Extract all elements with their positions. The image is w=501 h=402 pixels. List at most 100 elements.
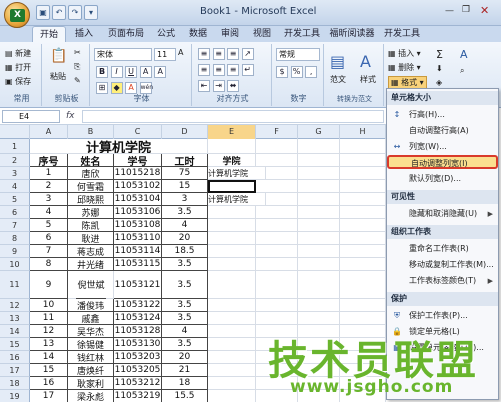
- tab-developer-2[interactable]: 开发工具: [380, 26, 424, 42]
- row-header[interactable]: 15: [0, 338, 30, 351]
- grid-cell[interactable]: [340, 206, 386, 219]
- data-cell[interactable]: 徐锡健: [68, 338, 114, 351]
- decrease-indent-icon[interactable]: ⇤: [198, 80, 210, 92]
- italic-button[interactable]: I: [110, 66, 123, 78]
- data-cell[interactable]: 75: [162, 167, 208, 180]
- insert-button[interactable]: ▦ 插入 ▾: [388, 48, 421, 59]
- data-cell[interactable]: 3.5: [162, 271, 208, 299]
- table-header-cell[interactable]: 学号: [114, 154, 162, 167]
- data-cell[interactable]: 5: [30, 219, 68, 232]
- menu-item-tab-color[interactable]: 工作表标签颜色(T) ▶: [387, 274, 498, 288]
- data-cell[interactable]: 耿家利: [68, 377, 114, 390]
- grid-cell[interactable]: [298, 180, 340, 193]
- data-cell[interactable]: 邱晓熙: [68, 193, 114, 206]
- col-header-f[interactable]: F: [256, 125, 298, 139]
- data-cell[interactable]: 15: [30, 364, 68, 377]
- restore-icon[interactable]: ❐: [462, 5, 470, 15]
- data-cell[interactable]: 9: [30, 271, 68, 299]
- clear-icon[interactable]: ◈: [436, 78, 442, 87]
- align-center-icon[interactable]: ≡: [212, 64, 225, 76]
- row-header[interactable]: 3: [0, 167, 30, 180]
- new-button[interactable]: ▤ 新建: [5, 48, 31, 59]
- data-cell[interactable]: 3: [162, 193, 208, 206]
- data-cell[interactable]: 11053104: [114, 193, 162, 206]
- data-cell[interactable]: 4: [30, 206, 68, 219]
- grid-cell[interactable]: [208, 245, 256, 258]
- tab-data[interactable]: 数据: [184, 26, 212, 42]
- tab-insert[interactable]: 插入: [70, 26, 98, 42]
- data-cell[interactable]: 15.5: [162, 390, 208, 402]
- menu-item-protect-sheet[interactable]: ⛨ 保护工作表(P)...: [387, 309, 498, 323]
- fill-icon[interactable]: ⬇: [436, 64, 443, 73]
- data-cell[interactable]: 梁永彪: [68, 390, 114, 402]
- col-header-a[interactable]: A: [30, 125, 68, 139]
- row-header[interactable]: 12: [0, 299, 30, 312]
- data-cell[interactable]: 潘俊玮: [68, 299, 114, 312]
- align-middle-icon[interactable]: ≡: [212, 48, 225, 60]
- data-cell[interactable]: 井光绪: [68, 258, 114, 271]
- grid-cell[interactable]: [298, 232, 340, 245]
- data-cell[interactable]: 15: [162, 180, 208, 193]
- data-cell[interactable]: 13: [30, 338, 68, 351]
- data-cell[interactable]: 4: [162, 325, 208, 338]
- grid-cell[interactable]: [208, 364, 256, 377]
- cell-e2[interactable]: 学院: [208, 154, 256, 167]
- select-all-corner[interactable]: [0, 125, 30, 139]
- grid-cell[interactable]: [208, 139, 256, 154]
- font-decrease-button[interactable]: A: [154, 66, 167, 78]
- grid-cell[interactable]: [208, 299, 256, 312]
- paste-icon[interactable]: 📋: [50, 48, 67, 64]
- grid-cell[interactable]: [298, 271, 340, 299]
- grid-cell[interactable]: [298, 193, 340, 206]
- active-cell-e4[interactable]: [208, 180, 256, 193]
- align-right-icon[interactable]: ≡: [227, 64, 240, 76]
- open-button[interactable]: ▦ 打开: [5, 62, 31, 73]
- row-header[interactable]: 1: [0, 139, 30, 154]
- grid-cell[interactable]: [208, 377, 256, 390]
- office-button[interactable]: X: [4, 2, 30, 28]
- data-cell[interactable]: 陈凯: [68, 219, 114, 232]
- row-header[interactable]: 10: [0, 258, 30, 271]
- data-cell[interactable]: 17: [30, 390, 68, 402]
- data-cell[interactable]: 倪世斌: [76, 271, 106, 299]
- menu-item-column-width[interactable]: ↔ 列宽(W)...: [387, 140, 498, 154]
- copy-icon[interactable]: ⎘: [74, 62, 80, 72]
- grid-cell[interactable]: [340, 154, 386, 167]
- grid-cell[interactable]: [208, 219, 256, 232]
- grid-cell[interactable]: [256, 180, 298, 193]
- fan-wen-icon[interactable]: ▤: [330, 52, 345, 71]
- data-cell[interactable]: 11053130: [114, 338, 162, 351]
- data-cell[interactable]: 唐焕纤: [68, 364, 114, 377]
- grid-cell[interactable]: [340, 258, 386, 271]
- grid-cell[interactable]: [256, 206, 298, 219]
- row-header[interactable]: 19: [0, 390, 30, 402]
- data-cell[interactable]: 11053108: [114, 219, 162, 232]
- data-cell[interactable]: 16: [30, 377, 68, 390]
- data-cell[interactable]: 3.5: [162, 299, 208, 312]
- data-cell[interactable]: 7: [30, 245, 68, 258]
- data-cell[interactable]: 吴华杰: [68, 325, 114, 338]
- grid-cell[interactable]: [340, 193, 386, 206]
- grid-cell[interactable]: [298, 299, 340, 312]
- menu-item-move-copy[interactable]: 移动或复制工作表(M)...: [387, 258, 498, 272]
- menu-item-row-height[interactable]: ↕ 行高(H)...: [387, 108, 498, 122]
- menu-item-autofit-column[interactable]: 自动调整列宽(I): [387, 155, 498, 169]
- grid-cell[interactable]: [298, 258, 340, 271]
- cut-icon[interactable]: ✂: [74, 48, 81, 57]
- number-format-select[interactable]: 常规: [276, 48, 320, 61]
- data-cell[interactable]: 21: [162, 364, 208, 377]
- data-cell[interactable]: 11053219: [114, 390, 162, 402]
- cell-e3[interactable]: 计算机学院: [208, 167, 266, 180]
- data-cell[interactable]: 14: [30, 351, 68, 364]
- data-cell[interactable]: 11053212: [114, 377, 162, 390]
- grid-cell[interactable]: [208, 390, 256, 402]
- data-cell[interactable]: 苏娜: [68, 206, 114, 219]
- grid-cell[interactable]: [340, 299, 386, 312]
- name-box[interactable]: E4: [2, 110, 60, 123]
- grid-cell[interactable]: [256, 219, 298, 232]
- fx-button[interactable]: fx: [66, 111, 75, 121]
- row-header[interactable]: 17: [0, 364, 30, 377]
- styles-button[interactable]: 样式: [360, 74, 376, 85]
- qat-save-icon[interactable]: ▣: [36, 5, 50, 20]
- grid-cell[interactable]: [340, 167, 386, 180]
